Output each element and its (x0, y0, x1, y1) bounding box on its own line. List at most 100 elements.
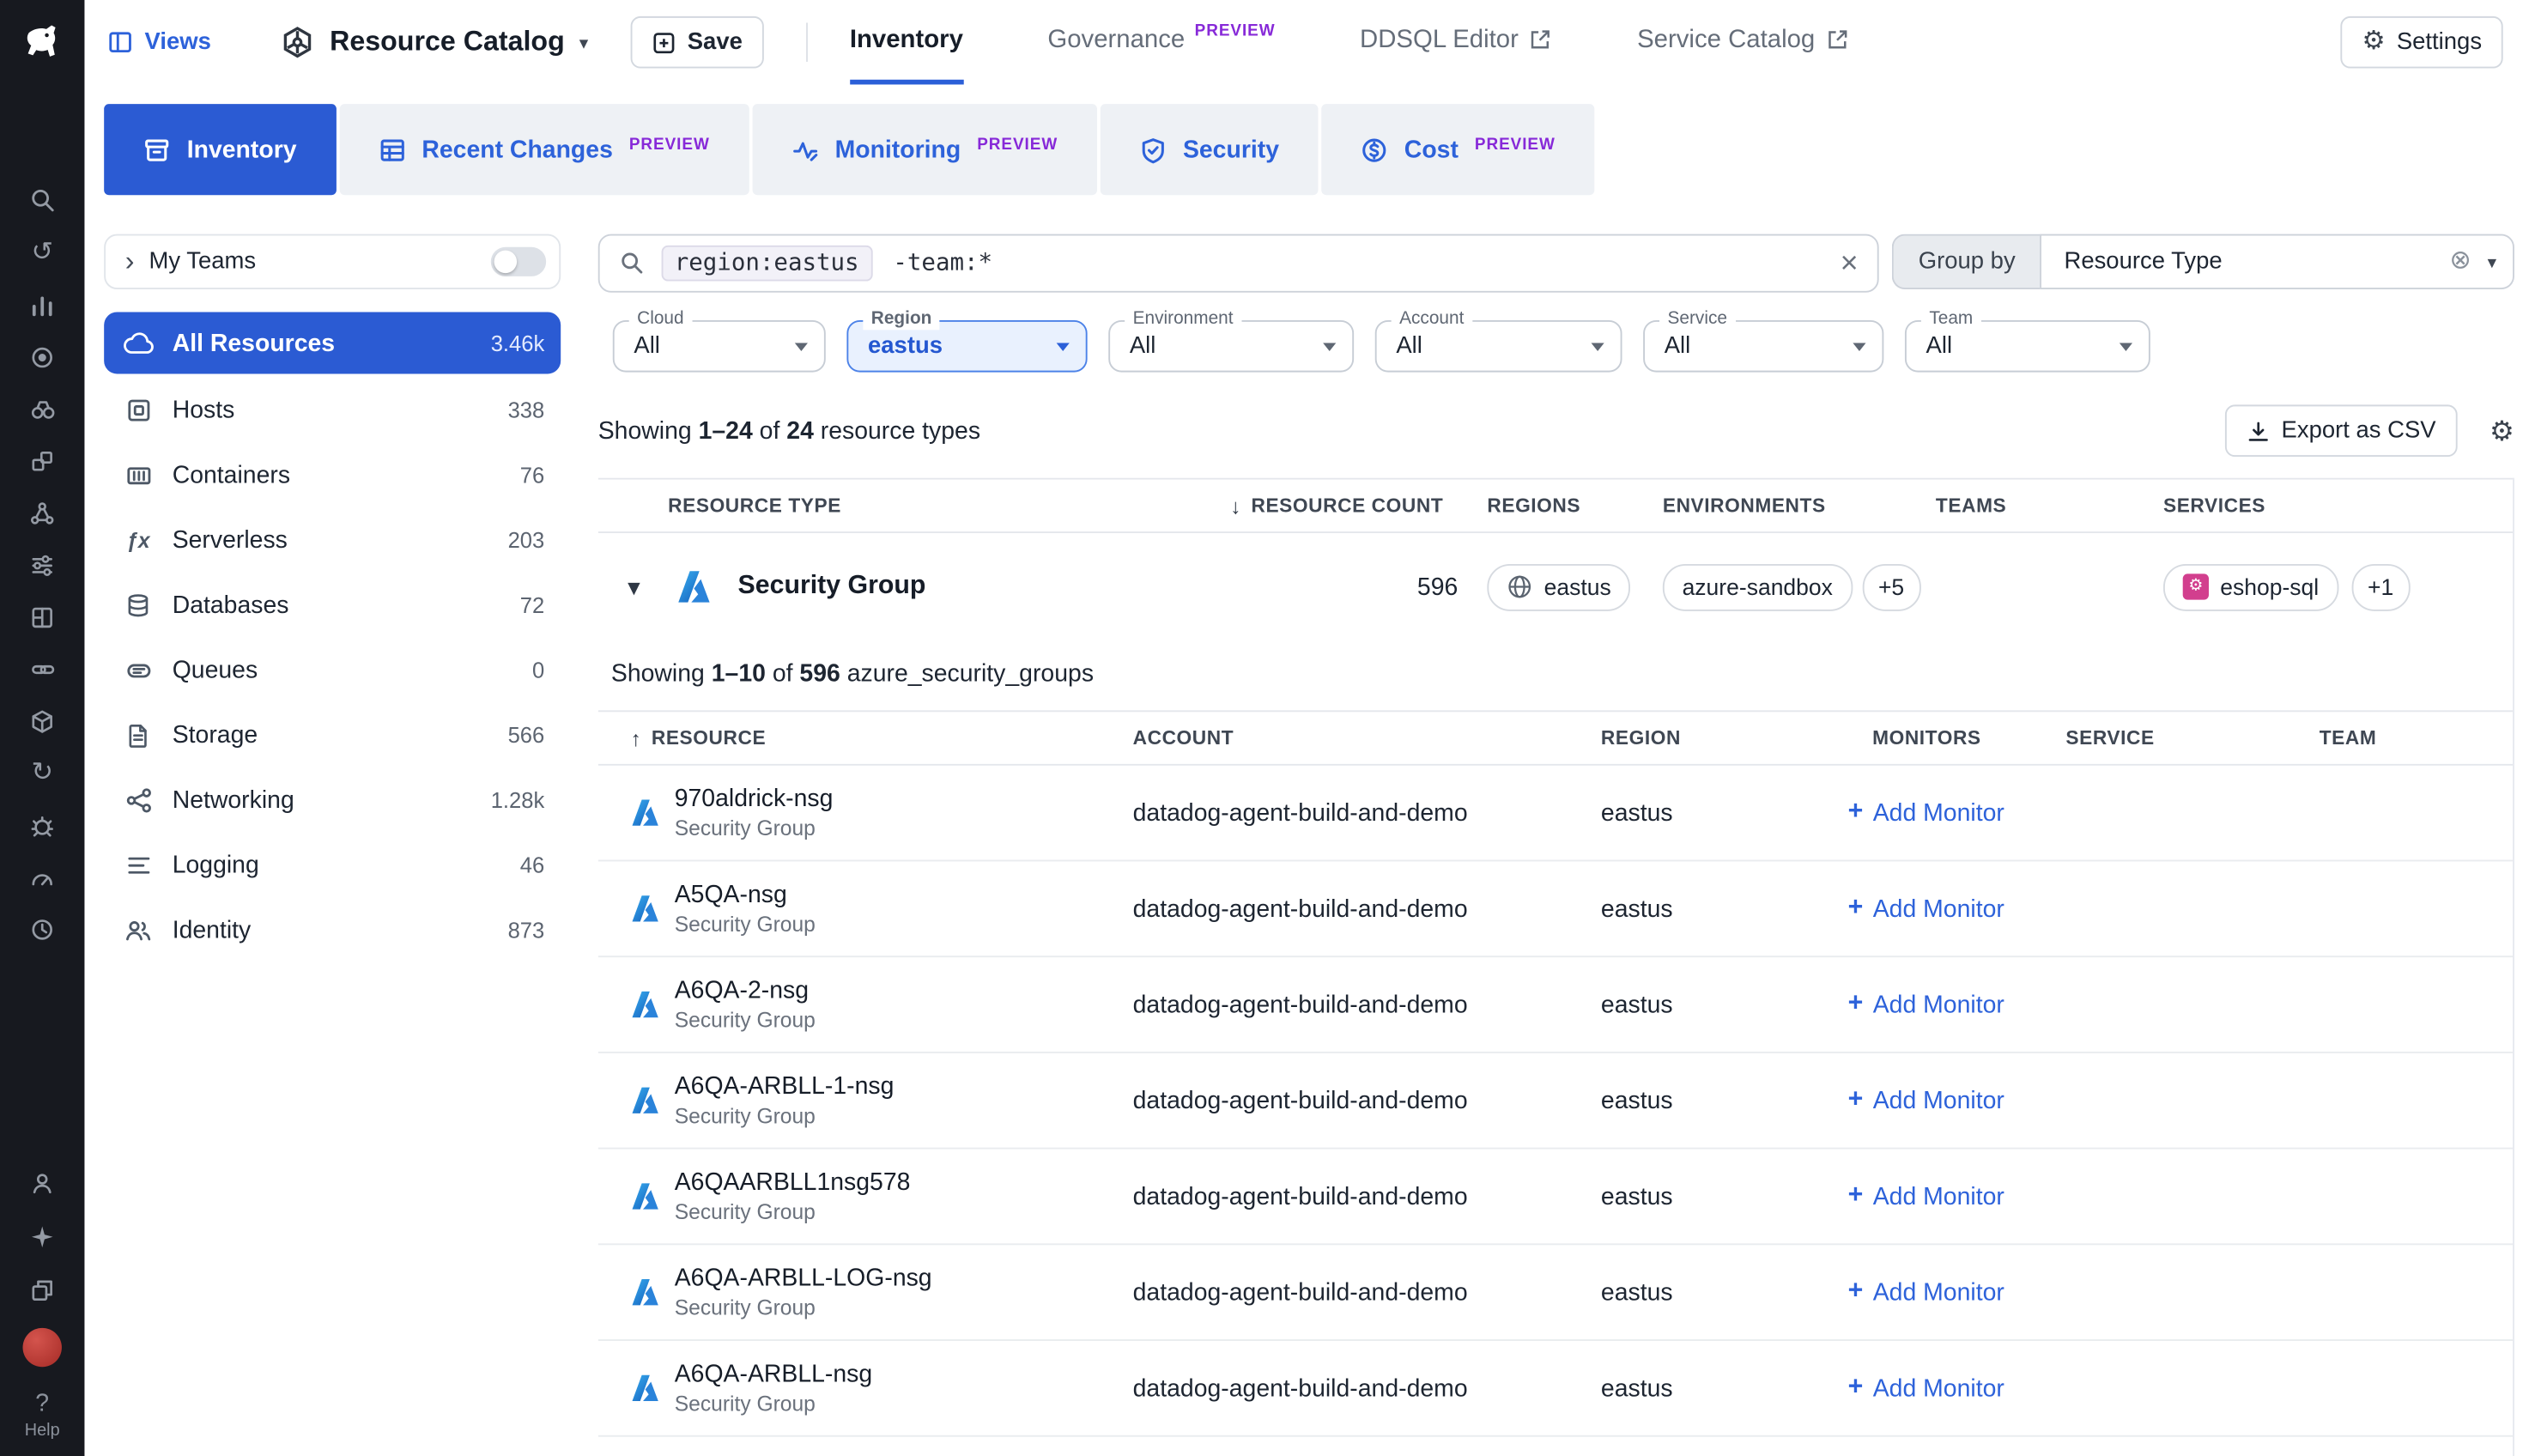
clear-group-by-icon[interactable]: ⊗ (2449, 249, 2471, 275)
subtab-recent-changes[interactable]: Recent Changes PREVIEW (339, 104, 749, 195)
subtab-cost[interactable]: Cost PREVIEW (1321, 104, 1594, 195)
nav-containers-icon[interactable] (21, 446, 64, 476)
tab-inventory[interactable]: Inventory (850, 0, 963, 84)
table-row[interactable]: A5QA-nsg Security Group datadog-agent-bu… (598, 861, 2513, 957)
tab-service-catalog[interactable]: Service Catalog (1637, 0, 1849, 84)
table-row[interactable]: A6QA-nsg Security Group datadog-agent-bu… (598, 1437, 2513, 1456)
sidebar-item-containers[interactable]: Containers 76 (104, 442, 561, 507)
table-row[interactable]: A6QA-ARBLL-nsg Security Group datadog-ag… (598, 1341, 2513, 1437)
query-token[interactable]: region:eastus (662, 246, 872, 282)
add-monitor-button[interactable]: +Add Monitor (1848, 1087, 2004, 1114)
table-row[interactable]: A6QA-ARBLL-LOG-nsg Security Group datado… (598, 1245, 2513, 1341)
subtab-inventory[interactable]: Inventory (104, 104, 336, 195)
settings-button[interactable]: ⚙ Settings (2341, 16, 2503, 69)
add-monitor-button[interactable]: +Add Monitor (1848, 1278, 2004, 1306)
nav-watchdog-icon[interactable] (21, 342, 64, 373)
sidebar-item-all-resources[interactable]: All Resources 3.46k (104, 312, 561, 374)
sidebar-item-databases[interactable]: Databases 72 (104, 572, 561, 637)
resource-catalog-title[interactable]: Resource Catalog ▾ (279, 24, 588, 60)
sidebar-item-serverless[interactable]: ƒx Serverless 203 (104, 507, 561, 573)
col-teams: TEAMS (1923, 494, 2150, 518)
sidebar-item-storage[interactable]: Storage 566 (104, 702, 561, 767)
views-button[interactable]: Views (107, 29, 211, 55)
help-button[interactable]: ? Help (25, 1390, 60, 1441)
nav-dashboards-icon[interactable] (21, 602, 64, 633)
add-monitor-button[interactable]: +Add Monitor (1848, 991, 2004, 1018)
group-by-select[interactable]: Resource Type ⊗ ▾ (2040, 234, 2514, 289)
save-button[interactable]: Save (630, 16, 763, 69)
table-row[interactable]: 970aldrick-nsg Security Group datadog-ag… (598, 766, 2513, 862)
tab-governance[interactable]: Governance PREVIEW (1047, 0, 1275, 84)
col-regions: REGIONS (1468, 494, 1650, 518)
nav-infrastructure-icon[interactable] (21, 393, 64, 424)
nav-metrics-icon[interactable] (21, 289, 64, 320)
sidebar-item-networking[interactable]: Networking 1.28k (104, 767, 561, 833)
col-resource[interactable]: ↑ RESOURCE (598, 725, 1133, 749)
add-monitor-button[interactable]: +Add Monitor (1848, 799, 2004, 827)
add-monitor-button[interactable]: +Add Monitor (1848, 1374, 2004, 1402)
subtab-security[interactable]: Security (1100, 104, 1318, 195)
export-csv-button[interactable]: Export as CSV (2224, 404, 2457, 457)
account-cell: datadog-agent-build-and-demo (1133, 799, 1601, 827)
service-filter[interactable]: Service All (1643, 320, 1883, 373)
nav-search-icon[interactable] (21, 185, 64, 216)
nav-account-icon[interactable] (21, 1167, 64, 1198)
environment-chip[interactable]: azure-sandbox (1663, 563, 1853, 610)
my-teams-toggle[interactable] (491, 247, 546, 276)
account-filter[interactable]: Account All (1375, 320, 1622, 373)
table-settings-gear-icon[interactable]: ⚙ (2490, 417, 2514, 445)
nav-software-catalog-icon[interactable] (21, 706, 64, 737)
tab-ddsql-editor[interactable]: DDSQL Editor (1360, 0, 1553, 84)
sidebar-item-hosts[interactable]: Hosts 338 (104, 377, 561, 442)
table-row[interactable]: A6QAARBLL1nsg578 Security Group datadog-… (598, 1150, 2513, 1246)
collapse-chevron-icon[interactable]: ▼ (617, 574, 650, 598)
nav-ci-bug-icon[interactable] (21, 810, 64, 840)
col-resource-count[interactable]: ↓ RESOURCE COUNT (1224, 494, 1468, 518)
col-region: REGION (1601, 726, 1848, 749)
nav-monitors-clock-icon[interactable] (21, 913, 64, 944)
nav-whats-new-sparkle-icon[interactable] (21, 1221, 64, 1252)
user-avatar[interactable] (23, 1328, 62, 1367)
table-row[interactable]: A6QA-2-nsg Security Group datadog-agent-… (598, 957, 2513, 1053)
queue-icon (124, 656, 153, 683)
nav-profiling-gauge-icon[interactable] (21, 861, 64, 892)
region-chip[interactable]: eastus (1487, 563, 1630, 610)
sort-desc-icon: ↓ (1230, 494, 1241, 518)
sidebar-item-logging[interactable]: Logging 46 (104, 832, 561, 897)
resource-nav: All Resources 3.46k Hosts 338 Containers… (104, 312, 561, 962)
environment-filter[interactable]: Environment All (1108, 320, 1354, 373)
region-filter[interactable]: Region eastus (846, 320, 1087, 373)
cloud-filter[interactable]: Cloud All (613, 320, 826, 373)
my-teams-label: My Teams (149, 249, 257, 275)
resource-type-table-header: RESOURCE TYPE ↓ RESOURCE COUNT REGIONS E… (598, 478, 2513, 533)
page-title: Resource Catalog (330, 26, 565, 58)
globe-icon (1507, 573, 1532, 599)
col-service: SERVICE (2065, 726, 2319, 749)
my-teams-expander[interactable]: › My Teams (104, 234, 561, 289)
clear-search-icon[interactable]: × (1841, 248, 1859, 279)
table-row[interactable]: A6QA-ARBLL-1-nsg Security Group datadog-… (598, 1053, 2513, 1150)
service-more-chip[interactable]: +1 (2351, 563, 2410, 610)
add-monitor-button[interactable]: +Add Monitor (1848, 1182, 2004, 1210)
nav-history-icon[interactable]: ↺ (21, 237, 64, 268)
environment-more-chip[interactable]: +5 (1862, 563, 1920, 610)
sidebar-item-queues[interactable]: Queues 0 (104, 637, 561, 702)
plus-icon: + (1848, 1279, 1864, 1305)
nav-synthetics-icon[interactable]: ↻ (21, 757, 64, 788)
search-input[interactable]: region:eastus -team:* × (598, 234, 1880, 293)
database-icon (124, 591, 153, 618)
add-monitor-button[interactable]: +Add Monitor (1848, 895, 2004, 922)
group-row-security-group[interactable]: ▼ Security Group 596 eastus az (598, 533, 2513, 640)
nav-organizations-icon[interactable] (21, 1274, 64, 1305)
subtab-monitoring[interactable]: Monitoring PREVIEW (752, 104, 1097, 195)
query-token[interactable]: -team:* (888, 246, 998, 282)
resource-name: A6QA-ARBLL-nsg (675, 1361, 872, 1388)
team-filter[interactable]: Team All (1905, 320, 2150, 373)
chevron-down-icon (1323, 343, 1336, 350)
service-chip[interactable]: ⚙ eshop-sql (2163, 563, 2338, 610)
nav-filter-sliders-icon[interactable] (21, 549, 64, 580)
sidebar-item-identity[interactable]: Identity 873 (104, 897, 561, 962)
datadog-logo[interactable] (0, 0, 84, 84)
nav-service-map-icon[interactable] (21, 497, 64, 528)
nav-apm-link-icon[interactable] (21, 653, 64, 684)
